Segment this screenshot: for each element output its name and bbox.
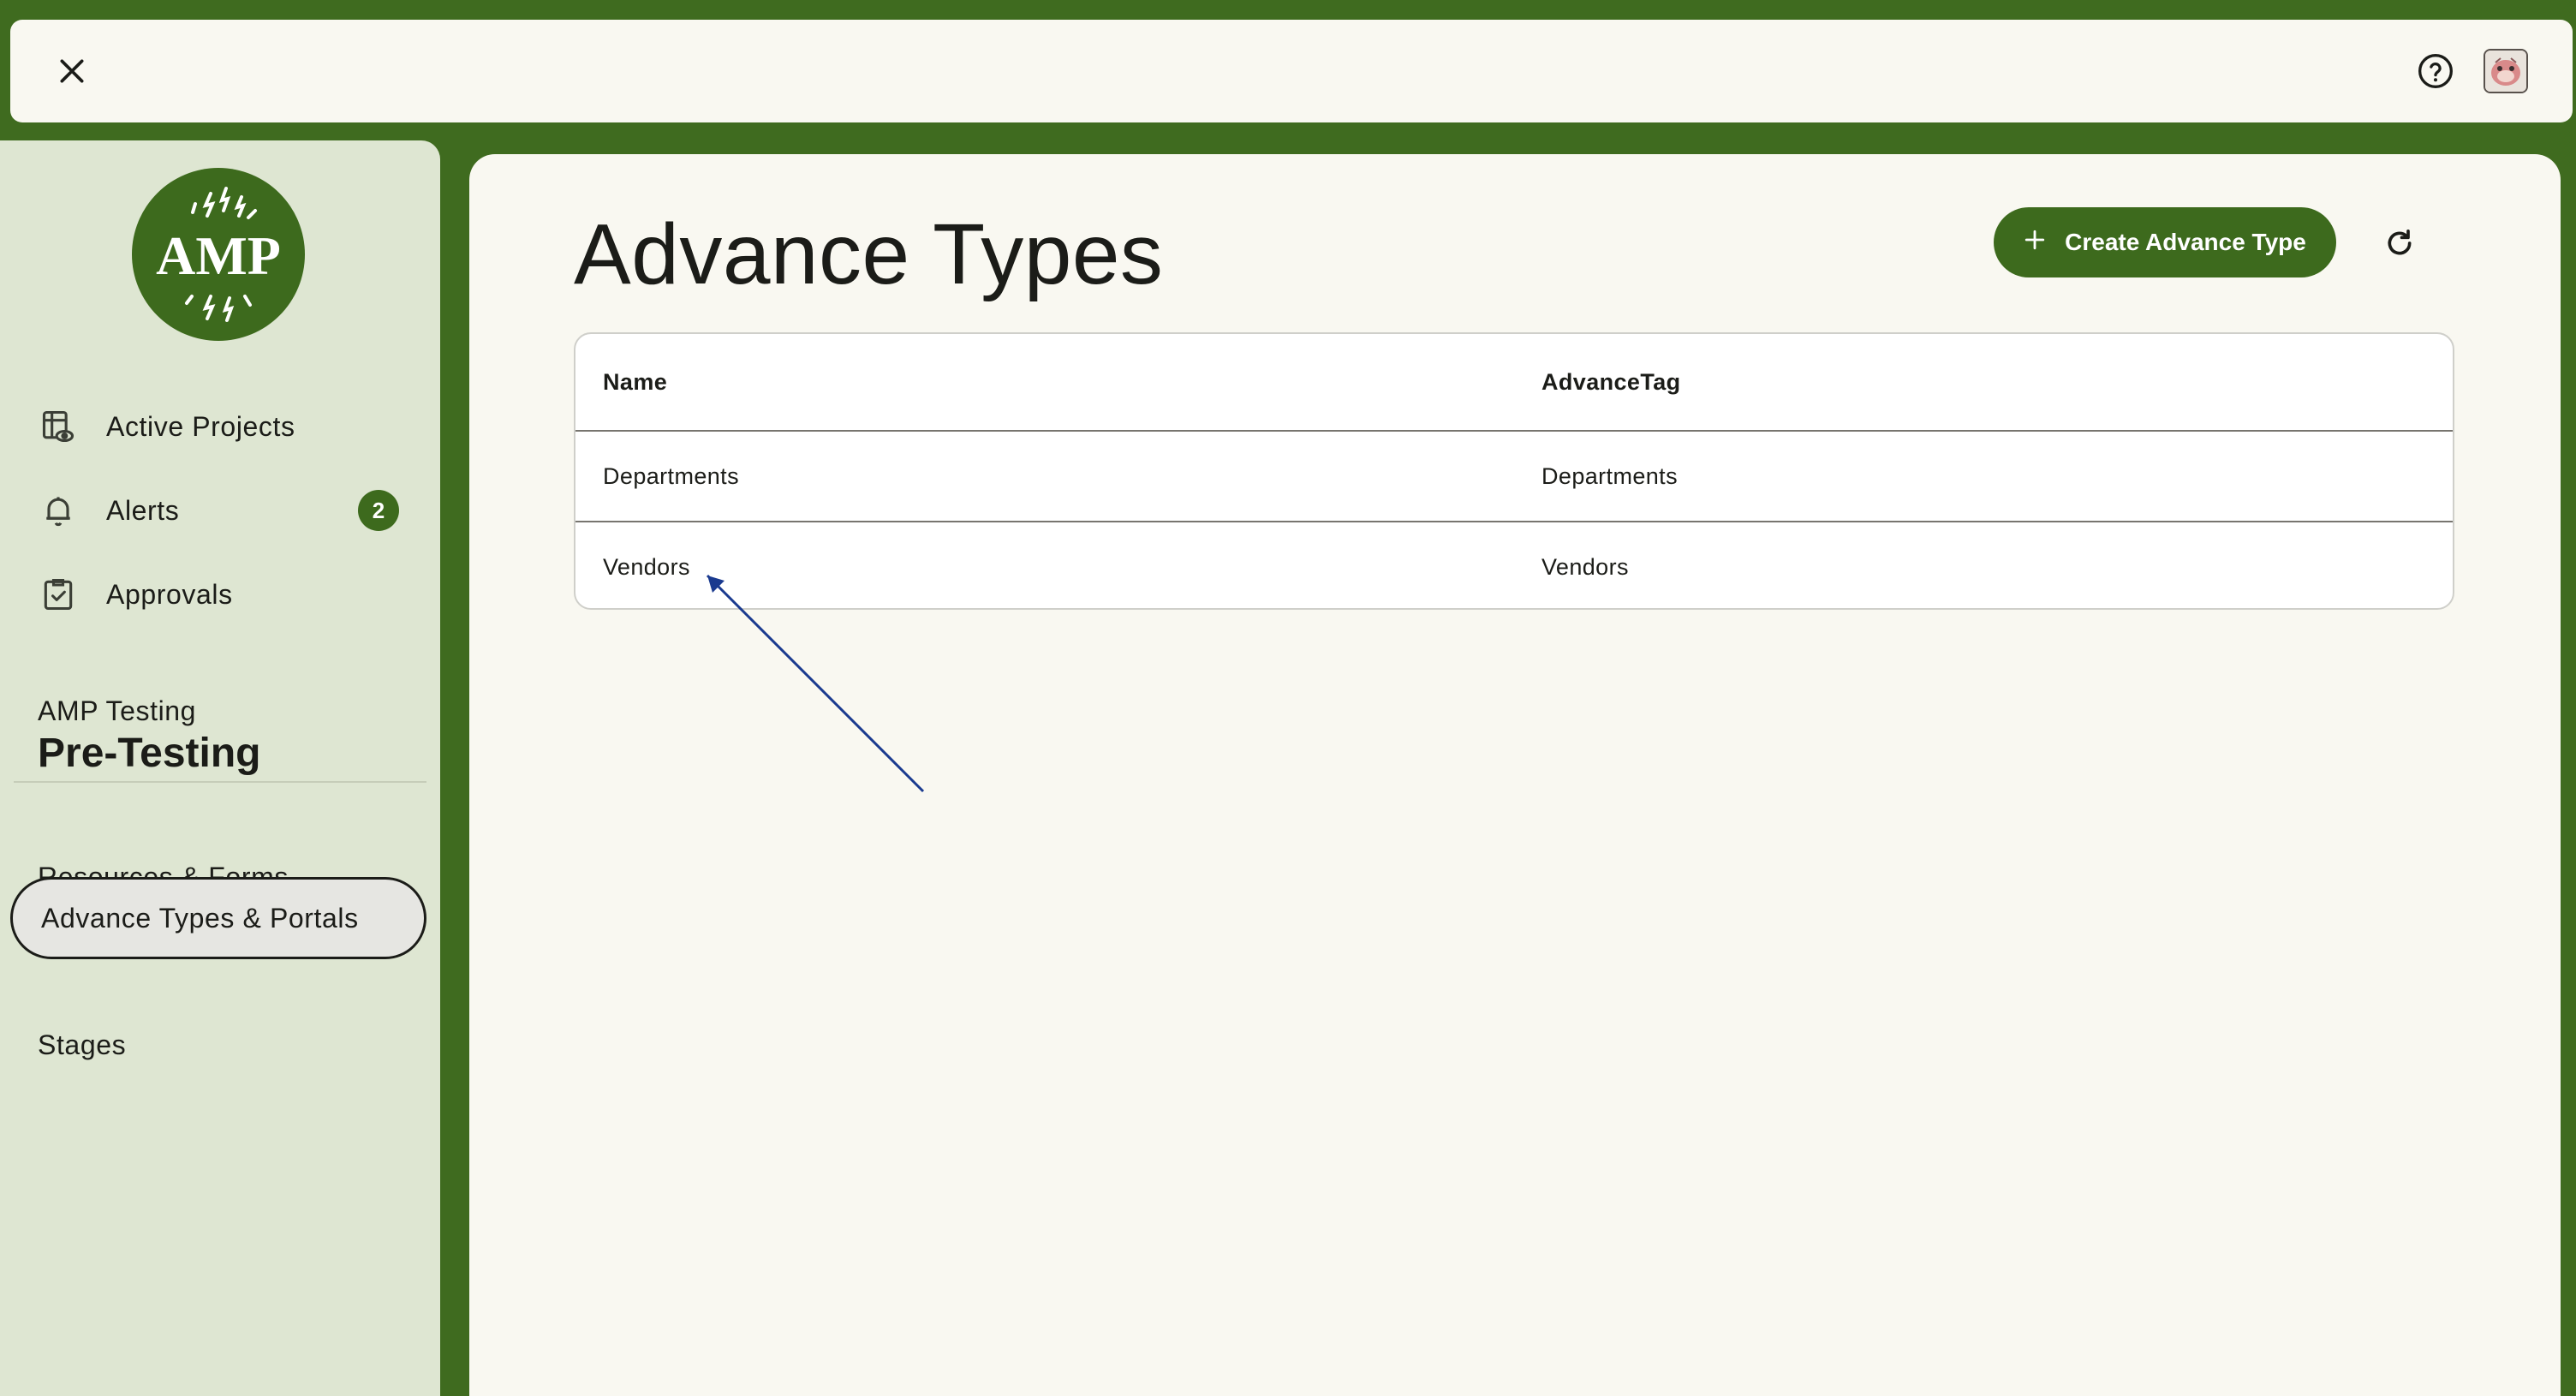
column-header-name[interactable]: Name: [603, 334, 667, 430]
nav-alerts[interactable]: Alerts 2: [34, 483, 411, 538]
top-app-bar: [10, 20, 2573, 122]
close-icon[interactable]: [51, 51, 92, 92]
cell-advancetag: Vendors: [1541, 553, 1629, 580]
cell-name: Departments: [603, 462, 739, 489]
create-button-label: Create Advance Type: [2065, 229, 2306, 255]
cell-name: Vendors: [603, 553, 690, 580]
logo-text: AMP: [156, 225, 281, 286]
nav-approvals[interactable]: Approvals: [34, 567, 411, 622]
sidebar: AMP Active Projects Alerts 2 Approvals A…: [0, 140, 440, 1396]
table-row[interactable]: Departments Departments: [575, 432, 2453, 521]
clipboard-check-icon: [34, 570, 82, 618]
advance-types-table: Name AdvanceTag Departments Departments …: [574, 332, 2454, 610]
cell-advancetag: Departments: [1541, 462, 1678, 489]
alerts-count-badge: 2: [358, 490, 399, 531]
amp-logo[interactable]: AMP: [132, 168, 305, 341]
sidebar-item-advance-types-portals[interactable]: Advance Types & Portals: [10, 877, 426, 959]
nav-label: Alerts: [106, 494, 180, 526]
project-title: Pre-Testing: [38, 731, 261, 776]
projects-eye-icon: [34, 403, 82, 450]
main-content: Advance Types Create Advance Type Name A…: [469, 154, 2561, 1396]
table-header-row: Name AdvanceTag: [575, 334, 2453, 430]
column-header-advancetag[interactable]: AdvanceTag: [1541, 334, 1681, 430]
bell-icon: [34, 486, 82, 534]
refresh-icon[interactable]: [2377, 221, 2422, 265]
nav-active-projects[interactable]: Active Projects: [34, 399, 411, 454]
user-avatar[interactable]: [2484, 49, 2528, 93]
help-icon[interactable]: [2415, 51, 2456, 92]
sidebar-divider: [14, 781, 426, 783]
plus-icon: [2024, 229, 2046, 257]
sidebar-item-stages[interactable]: Stages: [10, 1004, 426, 1086]
project-org-name: AMP Testing: [38, 695, 197, 726]
page-title: Advance Types: [574, 206, 1164, 302]
nav-label: Approvals: [106, 578, 233, 610]
table-row[interactable]: Vendors Vendors: [575, 522, 2453, 608]
create-advance-type-button[interactable]: Create Advance Type: [1994, 207, 2336, 277]
nav-label: Active Projects: [106, 410, 295, 442]
